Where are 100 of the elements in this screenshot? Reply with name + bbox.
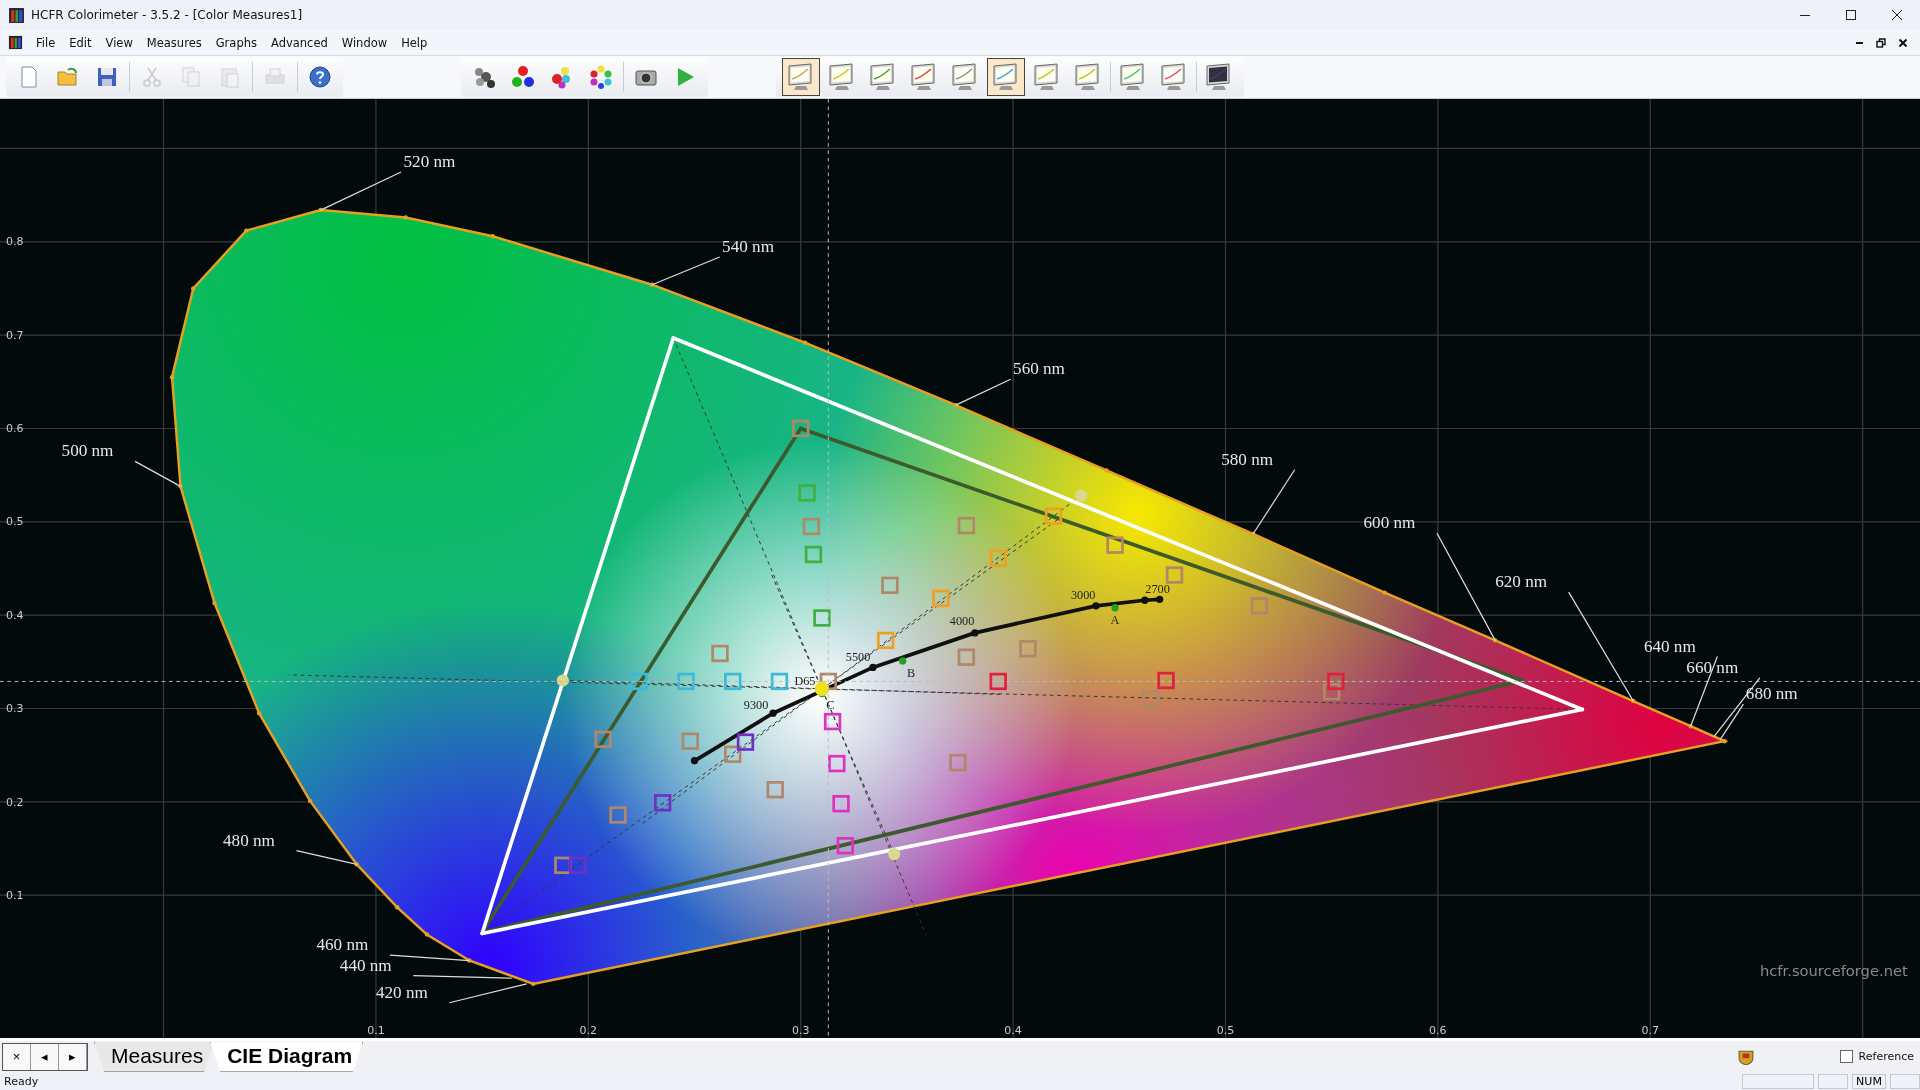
menu-item[interactable]: Window [334, 33, 395, 52]
menu-item[interactable]: Advanced [264, 33, 335, 52]
menu-item[interactable]: Edit [62, 33, 99, 52]
curve-point [1155, 595, 1164, 603]
previous-tab-button[interactable]: ◂ [31, 1043, 59, 1070]
measurement-marker [1250, 597, 1269, 615]
measurement-marker [681, 732, 699, 750]
x-tick-label: 0.1 [367, 1024, 385, 1038]
gamut-point-marker [1074, 489, 1088, 502]
measurement-marker [1142, 690, 1160, 708]
wavelength-label: 600 nm [1363, 513, 1416, 533]
y-tick-label: 0.1 [6, 888, 24, 902]
maximize-icon [1846, 10, 1856, 20]
measurement-marker [594, 730, 612, 748]
chart-label: 4000 [949, 614, 975, 629]
y-tick-label: 0.6 [6, 422, 24, 436]
chart-label: B [907, 665, 916, 680]
tab[interactable]: CIE Diagram [210, 1041, 364, 1072]
measurement-marker [932, 589, 950, 608]
measurement-marker [569, 856, 587, 874]
gamut-point-marker [556, 674, 569, 687]
measurement-marker [876, 631, 895, 650]
status-pane [1818, 1073, 1848, 1089]
illuminant-dot [1111, 604, 1119, 612]
x-tick-label: 0.6 [1429, 1024, 1447, 1038]
graph-view-button[interactable] [782, 58, 820, 96]
measurement-marker [724, 745, 742, 763]
x-tick-label: 0.4 [1004, 1024, 1022, 1038]
curve-point [869, 663, 877, 672]
measurement-marker [798, 484, 816, 502]
measurement-marker [823, 712, 842, 731]
minimize-icon [1800, 14, 1810, 16]
measurement-marker [724, 672, 742, 691]
measurement-marker [819, 672, 837, 691]
measurement-marker [1327, 672, 1345, 691]
wavelength-label: 500 nm [61, 441, 114, 461]
measurement-marker [766, 781, 784, 799]
curve-point [1092, 602, 1100, 610]
measurement-marker [1106, 536, 1124, 554]
leader-line [1252, 469, 1296, 535]
gamut-point-marker [888, 848, 901, 861]
status-pane: NUM [1852, 1073, 1886, 1089]
chart-label: 2700 [1145, 581, 1170, 596]
measurement-marker [881, 576, 899, 594]
menu-item[interactable]: Measures [139, 33, 209, 52]
measurement-marker [792, 419, 810, 438]
document-logo-icon [8, 35, 23, 50]
graph-view-button[interactable] [987, 58, 1025, 96]
measurement-marker [1323, 683, 1341, 701]
curve-point [769, 709, 777, 717]
measurement-marker [804, 545, 823, 564]
y-tick-label: 0.2 [6, 795, 24, 809]
leader-line [651, 256, 721, 286]
x-tick-label: 0.2 [579, 1024, 598, 1038]
menu-item[interactable]: File [29, 33, 63, 52]
measurement-marker [949, 753, 967, 772]
chart-label: 9300 [743, 698, 769, 713]
reference-checkbox[interactable]: Reference [1839, 1050, 1920, 1063]
curve-point [971, 629, 979, 637]
wavelength-label: 460 nm [316, 935, 369, 955]
measurement-marker [832, 795, 850, 813]
x-tick-label: 0.5 [1216, 1024, 1235, 1038]
close-icon [1899, 38, 1907, 47]
leader-line [295, 850, 358, 865]
wavelength-label: 440 nm [339, 955, 392, 975]
wavelength-label: 660 nm [1686, 658, 1739, 678]
curve-point [690, 757, 699, 765]
leader-line [955, 378, 1012, 406]
tab[interactable]: Measures [94, 1041, 215, 1072]
close-tab-button[interactable]: × [3, 1043, 31, 1070]
y-tick-label: 0.7 [6, 328, 24, 342]
chart-label: 5500 [845, 649, 871, 664]
wavelength-label: 420 nm [375, 982, 428, 1002]
menu-item[interactable]: Help [394, 33, 435, 52]
measurement-marker [989, 549, 1007, 567]
y-tick-label: 0.8 [6, 235, 24, 249]
menu-item[interactable]: Graphs [208, 33, 264, 52]
next-tab-button[interactable]: ▸ [59, 1043, 87, 1070]
measurement-marker [1157, 671, 1175, 690]
measurement-marker [957, 516, 976, 535]
reference-point-dot [814, 681, 830, 697]
measurement-marker [1165, 566, 1184, 584]
status-text: Ready [3, 1074, 39, 1088]
chart-label: C [826, 698, 835, 713]
measurement-marker [813, 609, 831, 627]
wavelength-label: 680 nm [1745, 684, 1798, 704]
wavelength-label: 480 nm [223, 830, 275, 850]
x-tick-label: 0.7 [1641, 1024, 1659, 1038]
wavelength-label: 520 nm [403, 152, 456, 172]
checkbox[interactable] [1839, 1050, 1853, 1063]
y-tick-label: 0.4 [6, 608, 24, 622]
status-pane [1890, 1073, 1920, 1089]
window-title: HCFR Colorimeter - 3.5.2 - [Color Measures1] [31, 8, 303, 22]
menu-item[interactable]: View [98, 33, 140, 52]
measurement-marker [736, 733, 755, 751]
wavelength-label: 540 nm [722, 237, 774, 257]
measurement-marker [1019, 640, 1037, 658]
measurement-marker [957, 648, 976, 666]
minimize-icon [1855, 41, 1863, 44]
measurement-marker [836, 837, 854, 855]
